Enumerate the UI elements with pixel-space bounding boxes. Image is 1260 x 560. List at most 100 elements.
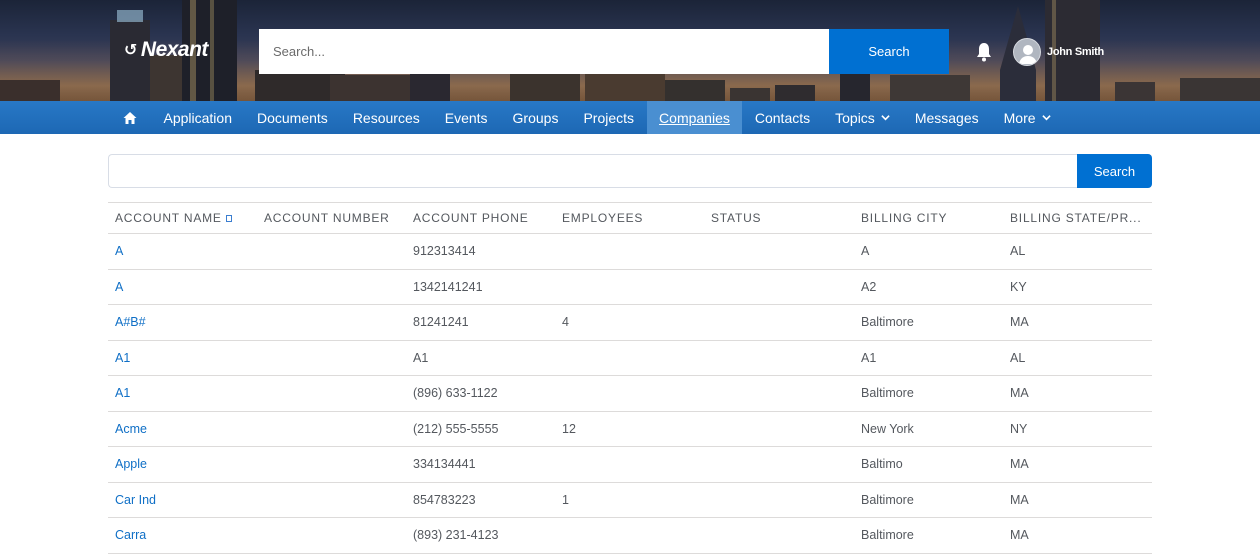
cell-billing-city: A2 xyxy=(854,269,1003,305)
column-header-label: ACCOUNT PHONE xyxy=(413,211,529,225)
cell-value: AL xyxy=(1010,350,1026,365)
nav-companies[interactable]: Companies xyxy=(646,101,743,134)
cell-employees xyxy=(555,446,704,483)
column-header-label: BILLING CITY xyxy=(861,211,948,225)
table-row: A#B# 81241241 4 Baltimore MA xyxy=(108,304,1152,341)
nav-topics[interactable]: Topics xyxy=(823,101,903,134)
table-row: Apple 334134441 Baltimo MA xyxy=(108,446,1152,483)
column-header-account-phone[interactable]: ACCOUNT PHONE xyxy=(406,203,555,234)
nav-label: Groups xyxy=(512,109,559,126)
user-menu[interactable]: John Smith xyxy=(1013,38,1104,66)
account-name-link[interactable]: A1 xyxy=(115,351,130,365)
account-name-link[interactable]: Apple xyxy=(115,457,147,471)
nav-events[interactable]: Events xyxy=(432,101,500,134)
nav-label: Topics xyxy=(835,109,875,126)
header-banner: ↺ Nexant Search John Smith xyxy=(0,0,1260,101)
cell-account-number xyxy=(257,482,406,518)
global-search-button[interactable]: Search xyxy=(829,29,949,74)
nav-application[interactable]: Application xyxy=(151,101,245,134)
nav-contacts[interactable]: Contacts xyxy=(742,101,822,134)
cell-account-number xyxy=(257,446,406,483)
cell-status xyxy=(704,233,854,270)
cell-value: MA xyxy=(1010,457,1029,472)
account-name-link[interactable]: A xyxy=(115,244,123,258)
chevron-down-icon xyxy=(1041,115,1051,121)
cell-value: NY xyxy=(1010,421,1028,436)
nav-groups[interactable]: Groups xyxy=(500,101,571,134)
nav-resources[interactable]: Resources xyxy=(340,101,432,134)
cell-account-phone: A1 xyxy=(406,340,555,376)
cell-employees xyxy=(555,375,704,412)
cell-account-phone: (893) 231-4123 xyxy=(406,517,555,554)
companies-list: Search ACCOUNT NAME ACCOUNT NUMBER ACCOUNT… xyxy=(108,154,1152,554)
cell-billing-state: AL xyxy=(1003,340,1152,376)
home-icon xyxy=(123,111,137,124)
cell-account-number xyxy=(257,340,406,376)
cell-value: KY xyxy=(1010,279,1027,294)
cell-value: MA xyxy=(1010,315,1029,330)
cell-value: 4 xyxy=(562,315,569,330)
list-search-input[interactable] xyxy=(108,154,1077,188)
nav-projects[interactable]: Projects xyxy=(571,101,647,134)
cell-account-name: A1 xyxy=(108,375,257,412)
cell-value: 854783223 xyxy=(413,492,476,507)
cell-billing-city: Baltimore xyxy=(854,375,1003,412)
cell-billing-city: Baltimore xyxy=(854,517,1003,554)
account-name-link[interactable]: A#B# xyxy=(115,315,146,329)
table-row: Acme (212) 555-5555 12 New York NY xyxy=(108,411,1152,447)
account-name-link[interactable]: A xyxy=(115,280,123,294)
sort-indicator-icon[interactable] xyxy=(225,215,232,222)
list-search-button[interactable]: Search xyxy=(1077,154,1152,188)
nav-label: Contacts xyxy=(754,109,811,126)
nav-messages[interactable]: Messages xyxy=(902,101,991,134)
account-name-link[interactable]: Acme xyxy=(115,422,147,436)
nav-home[interactable] xyxy=(109,101,151,134)
account-name-link[interactable]: A1 xyxy=(115,386,130,400)
cell-status xyxy=(704,446,854,483)
cell-value: 912313414 xyxy=(413,244,476,259)
cell-billing-city: New York xyxy=(854,411,1003,447)
cell-value: MA xyxy=(1010,386,1029,401)
table-row: Carra (893) 231-4123 Baltimore MA xyxy=(108,517,1152,554)
cell-employees: 1 xyxy=(555,482,704,518)
table-row: A1 A1 A1 AL xyxy=(108,340,1152,376)
column-header-billing-city[interactable]: BILLING CITY xyxy=(854,203,1003,234)
accounts-table: ACCOUNT NAME ACCOUNT NUMBER ACCOUNT PHONE E… xyxy=(108,202,1152,554)
cell-employees: 12 xyxy=(555,411,704,447)
cell-employees xyxy=(555,517,704,554)
column-header-billing-state[interactable]: BILLING STATE/PR... xyxy=(1003,203,1152,234)
user-avatar-icon xyxy=(1013,38,1041,66)
cell-billing-state: KY xyxy=(1003,269,1152,305)
nexant-logo[interactable]: ↺ Nexant xyxy=(124,38,208,62)
cell-value: Baltimore xyxy=(861,492,914,507)
column-header-employees[interactable]: EMPLOYEES xyxy=(555,203,704,234)
nav-label: Resources xyxy=(352,109,420,126)
global-search-input[interactable] xyxy=(259,29,829,74)
table-row: A 1342141241 A2 KY xyxy=(108,269,1152,305)
column-header-account-name[interactable]: ACCOUNT NAME xyxy=(108,203,257,234)
cell-billing-city: A xyxy=(854,233,1003,270)
main-navigation: Application Documents Resources Events G… xyxy=(0,101,1260,134)
nav-label: Application xyxy=(163,109,233,126)
cell-status xyxy=(704,411,854,447)
cell-account-name: Apple xyxy=(108,446,257,483)
column-header-label: ACCOUNT NUMBER xyxy=(264,211,390,225)
nav-more[interactable]: More xyxy=(991,101,1063,134)
column-header-account-number[interactable]: ACCOUNT NUMBER xyxy=(257,203,406,234)
cell-account-number xyxy=(257,269,406,305)
cell-account-name: Acme xyxy=(108,411,257,447)
user-name: John Smith xyxy=(1047,46,1104,58)
notifications-bell-icon[interactable] xyxy=(975,42,993,62)
cell-value: 12 xyxy=(562,421,576,436)
cell-status xyxy=(704,375,854,412)
column-header-status[interactable]: STATUS xyxy=(704,203,854,234)
cell-status xyxy=(704,482,854,518)
column-header-label: STATUS xyxy=(711,211,762,225)
cell-status xyxy=(704,340,854,376)
cell-account-phone: 854783223 xyxy=(406,482,555,518)
account-name-link[interactable]: Carra xyxy=(115,528,146,542)
cell-value: Baltimo xyxy=(861,457,903,472)
cell-employees xyxy=(555,233,704,270)
account-name-link[interactable]: Car Ind xyxy=(115,493,156,507)
nav-documents[interactable]: Documents xyxy=(245,101,341,134)
